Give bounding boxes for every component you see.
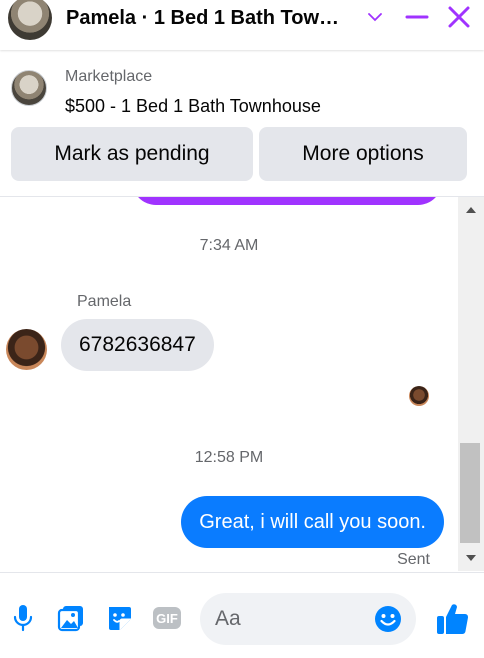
scroll-up-arrow-icon[interactable]	[458, 197, 484, 223]
avatar[interactable]	[6, 329, 47, 370]
timestamp: 12:58 PM	[194, 449, 264, 466]
gif-label: GIF	[156, 611, 178, 626]
listing-title[interactable]: $500 - 1 Bed 1 Bath Townhouse	[65, 96, 321, 117]
message-status: Sent	[397, 551, 430, 568]
outgoing-message-bubble[interactable]: Great, i will call you soon.	[181, 496, 444, 548]
timestamp: 7:34 AM	[199, 237, 259, 254]
mark-as-pending-button[interactable]: Mark as pending	[11, 127, 253, 181]
gif-icon[interactable]: GIF	[152, 603, 182, 633]
minimize-icon[interactable]	[404, 4, 430, 30]
listing-image[interactable]	[11, 70, 47, 106]
message-thread[interactable]: 7:34 AM Pamela 6782636847 12:58 PM Great…	[0, 197, 458, 571]
close-icon[interactable]	[446, 4, 472, 30]
message-composer: GIF	[0, 572, 484, 658]
sticker-icon[interactable]	[104, 603, 134, 633]
microphone-icon[interactable]	[8, 603, 38, 633]
chat-header: Pamela · 1 Bed 1 Bath Tow…	[0, 0, 484, 50]
more-options-button[interactable]: More options	[259, 127, 467, 181]
scrollbar-thumb[interactable]	[460, 443, 480, 543]
incoming-message-bubble[interactable]: 6782636847	[61, 319, 214, 371]
scrollbar[interactable]	[458, 197, 484, 571]
seen-avatar	[409, 386, 429, 406]
listing-thumbnail[interactable]	[8, 0, 52, 40]
marketplace-banner: Marketplace $500 - 1 Bed 1 Bath Townhous…	[0, 50, 484, 197]
chat-title[interactable]: Pamela · 1 Bed 1 Bath Tow…	[66, 7, 339, 30]
sender-name: Pamela	[77, 293, 132, 310]
thumbs-up-icon[interactable]	[434, 601, 470, 637]
gallery-icon[interactable]	[56, 603, 86, 633]
banner-kind-label: Marketplace	[65, 68, 153, 85]
emoji-icon[interactable]	[374, 605, 402, 633]
previous-message-bubble	[132, 197, 442, 205]
chevron-down-icon[interactable]	[362, 4, 388, 30]
scroll-down-arrow-icon[interactable]	[458, 545, 484, 571]
header-actions	[362, 4, 472, 30]
